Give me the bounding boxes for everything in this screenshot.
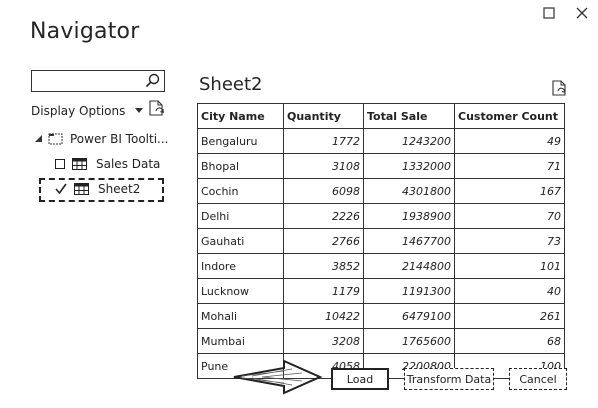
table-cell: 261 [454,303,565,329]
table-cell: 10422 [283,303,364,329]
table-cell: 2766 [283,228,364,254]
table-cell: 6098 [283,178,364,204]
table-cell: 6479100 [363,303,455,329]
display-options-label: Display Options [31,104,126,118]
tree-item-sheet2[interactable]: Sheet2 [55,182,140,196]
table-row: Mohali 10422 6479100 261 [197,303,565,329]
table-row: Delhi 2226 1938900 70 [197,203,565,229]
table-cell: Cochin [197,178,284,204]
maximize-icon [543,7,555,19]
preview-title: Sheet2 [199,74,263,95]
window-title: Navigator [30,19,140,44]
preview-refresh-button[interactable] [552,80,568,102]
table-cell: 101 [454,253,565,279]
load-button[interactable]: Load [331,368,389,390]
table-cell: 1243200 [363,128,455,154]
cancel-button[interactable]: Cancel [509,368,567,390]
preview-table: City Name Quantity Total Sale Customer C… [197,103,565,379]
caret-down-icon [135,108,144,113]
table-cell: 73 [454,228,565,254]
table-cell: 1938900 [363,203,455,229]
table-cell: 70 [454,203,565,229]
table-cell: 4301800 [363,178,455,204]
table-row: Bhopal 3108 1332000 71 [197,153,565,179]
table-cell: 167 [454,178,565,204]
transform-data-button[interactable]: Transform Data [404,368,494,390]
table-cell: Lucknow [197,278,284,304]
table-cell: 3108 [283,153,364,179]
maximize-button[interactable] [538,2,560,24]
search-input[interactable] [32,71,148,91]
table-cell: 1332000 [363,153,455,179]
pointing-arrow-icon [232,357,324,401]
refresh-icon [149,100,164,116]
sheet2-checkbox[interactable] [55,183,67,195]
tree-item-label: Sales Data [96,157,161,171]
table-row: Gauhati 2766 1467700 73 [197,228,565,254]
table-cell: 1765600 [363,328,455,354]
folder-icon [48,133,63,145]
table-cell: 3852 [283,253,364,279]
table-row: Lucknow 1179 1191300 40 [197,278,565,304]
refresh-button[interactable] [148,100,166,124]
table-cell: 2144800 [363,253,455,279]
tree-root-item[interactable]: Power BI Toolti... [35,132,168,146]
table-icon [72,157,87,170]
table-cell: 71 [454,153,565,179]
search-box[interactable] [31,70,165,92]
table-row: Mumbai 3208 1765600 68 [197,328,565,354]
table-cell: 2226 [283,203,364,229]
column-header: Total Sale [363,103,455,129]
checkmark-icon [55,183,67,195]
close-icon [576,7,588,19]
table-cell: Mohali [197,303,284,329]
table-cell: 49 [454,128,565,154]
column-header: City Name [197,103,284,129]
table-cell: 1179 [283,278,364,304]
column-header: Customer Count [454,103,565,129]
table-cell: Bhopal [197,153,284,179]
table-cell: Bengaluru [197,128,284,154]
table-cell: Gauhati [197,228,284,254]
close-button[interactable] [571,2,593,24]
table-row: Bengaluru 1772 1243200 49 [197,128,565,154]
table-cell: Delhi [197,203,284,229]
table-cell: 1772 [283,128,364,154]
table-cell: 1191300 [363,278,455,304]
table-icon [74,182,89,195]
table-header-row: City Name Quantity Total Sale Customer C… [197,103,565,129]
table-row: Indore 3852 2144800 101 [197,253,565,279]
table-cell: 68 [454,328,565,354]
refresh-icon [552,80,566,96]
tree-root-label: Power BI Toolti... [70,132,169,146]
table-cell: Indore [197,253,284,279]
table-row: Cochin 6098 4301800 167 [197,178,565,204]
sales-data-checkbox[interactable] [55,159,65,169]
tree-item-label: Sheet2 [98,182,141,196]
table-cell: 40 [454,278,565,304]
table-cell: 3208 [283,328,364,354]
search-icon[interactable] [144,72,162,90]
display-options-dropdown[interactable]: Display Options [31,104,144,118]
tree-item-sales-data[interactable]: Sales Data [55,157,160,171]
collapse-triangle-icon[interactable] [35,135,43,143]
column-header: Quantity [283,103,364,129]
table-cell: Mumbai [197,328,284,354]
table-cell: 1467700 [363,228,455,254]
